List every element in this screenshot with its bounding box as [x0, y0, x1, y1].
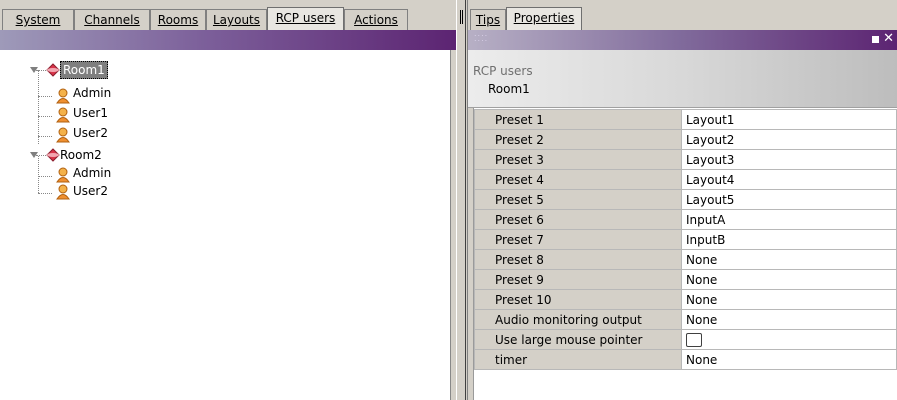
pane-splitter[interactable] [456, 0, 468, 400]
tree-connector [38, 70, 39, 144]
tab-rcp-users[interactable]: RCP users [267, 7, 344, 31]
properties-category: RCP users [473, 64, 533, 78]
right-pane: Tips Properties ⁚⁚⁚⁚ ✕ RCP users Room1 P… [468, 0, 897, 400]
tab-rooms-label: Rooms [157, 13, 199, 27]
property-name: Preset 5 [474, 189, 682, 210]
expand-toggle-icon[interactable] [30, 152, 38, 158]
tree-node-label: Room1 [60, 61, 108, 79]
tree-connector [38, 136, 52, 137]
drag-handle-icon[interactable]: ⁚⁚⁚⁚ [474, 34, 488, 43]
property-value[interactable]: None [681, 309, 897, 330]
tab-channels[interactable]: Channels [74, 9, 150, 31]
user-icon [56, 88, 70, 104]
property-row: Preset 5 Layout5 [474, 189, 897, 210]
property-value[interactable]: None [681, 269, 897, 290]
user-icon [56, 127, 70, 143]
property-value[interactable]: Layout3 [681, 149, 897, 170]
user-icon [56, 184, 70, 200]
room-icon [46, 148, 60, 162]
properties-item-name: Room1 [488, 82, 530, 96]
tree-connector [38, 116, 52, 117]
room-icon [46, 63, 60, 77]
tree-node-label: Admin [73, 166, 112, 180]
close-icon[interactable]: ✕ [883, 31, 894, 47]
property-value[interactable]: InputA [681, 209, 897, 230]
property-value[interactable]: None [681, 249, 897, 270]
large-mouse-pointer-checkbox[interactable] [686, 332, 702, 347]
tab-layouts-label: Layouts [212, 13, 261, 27]
tab-tips-label: Tips [475, 13, 501, 27]
tab-layouts[interactable]: Layouts [206, 9, 267, 31]
property-name: Preset 6 [474, 209, 682, 230]
property-value[interactable]: Layout2 [681, 129, 897, 150]
property-row: Preset 9 None [474, 269, 897, 290]
properties-header: RCP users Room1 [468, 50, 897, 108]
property-value[interactable]: None [681, 349, 897, 370]
property-row: Audio monitoring output None [474, 309, 897, 330]
maximize-icon[interactable] [872, 36, 879, 43]
tree-node-label: User1 [73, 106, 108, 120]
property-name: Preset 10 [474, 289, 682, 310]
splitter-divider [465, 0, 466, 400]
property-row: Preset 3 Layout3 [474, 149, 897, 170]
tree-node-label: Admin [73, 86, 112, 100]
property-row: Preset 10 None [474, 289, 897, 310]
expand-toggle-icon[interactable] [30, 67, 38, 73]
tree-node-label: Room2 [60, 148, 102, 162]
left-tab-bar: System Channels Rooms Layouts RCP users … [0, 0, 456, 31]
property-value[interactable]: None [681, 289, 897, 310]
tab-actions[interactable]: Actions [344, 9, 408, 31]
property-row: Preset 2 Layout2 [474, 129, 897, 150]
tree-connector [38, 193, 52, 194]
property-row: Preset 8 None [474, 249, 897, 270]
tab-actions-label: Actions [354, 13, 398, 27]
property-name: Preset 4 [474, 169, 682, 190]
left-title-bar [0, 30, 456, 50]
property-row: Use large mouse pointer [474, 329, 897, 350]
tab-properties-label: Properties [513, 11, 575, 25]
right-tab-bar: Tips Properties [468, 0, 897, 31]
tab-system[interactable]: System [2, 9, 74, 31]
property-name: Use large mouse pointer [474, 329, 682, 350]
tree-connector [38, 96, 52, 97]
property-value[interactable]: Layout5 [681, 189, 897, 210]
properties-table: Preset 1 Layout1 Preset 2 Layout2 Preset… [474, 109, 897, 370]
tab-system-label: System [15, 13, 61, 27]
property-name: Preset 3 [474, 149, 682, 170]
property-row: Preset 1 Layout1 [474, 109, 897, 130]
property-name: timer [474, 349, 682, 370]
properties-title-bar: ⁚⁚⁚⁚ ✕ [468, 30, 897, 50]
property-value[interactable]: InputB [681, 229, 897, 250]
property-row: Preset 6 InputA [474, 209, 897, 230]
tree-connector [38, 176, 52, 177]
property-value [681, 329, 897, 350]
property-name: Preset 8 [474, 249, 682, 270]
tab-rcp-users-label: RCP users [275, 11, 336, 25]
property-name: Preset 9 [474, 269, 682, 290]
property-name: Audio monitoring output [474, 309, 682, 330]
tab-channels-label: Channels [84, 13, 140, 27]
tab-rooms[interactable]: Rooms [150, 9, 206, 31]
tree-connector [38, 156, 39, 193]
property-row: timer None [474, 349, 897, 370]
property-row: Preset 4 Layout4 [474, 169, 897, 190]
left-pane: System Channels Rooms Layouts RCP users … [0, 0, 456, 400]
property-value[interactable]: Layout4 [681, 169, 897, 190]
user-icon [56, 107, 70, 123]
property-value[interactable]: Layout1 [681, 109, 897, 130]
property-name: Preset 1 [474, 109, 682, 130]
property-name: Preset 2 [474, 129, 682, 150]
tree-node-label: User2 [73, 126, 108, 140]
user-icon [56, 167, 70, 183]
tree-node-label: User2 [73, 184, 108, 198]
tab-tips[interactable]: Tips [470, 9, 506, 31]
property-name: Preset 7 [474, 229, 682, 250]
tab-properties[interactable]: Properties [506, 7, 582, 31]
splitter-grip-icon [460, 10, 463, 24]
property-row: Preset 7 InputB [474, 229, 897, 250]
rcp-users-tree: Room1 Admin User1 User2 Room2 Admin User… [0, 50, 450, 400]
